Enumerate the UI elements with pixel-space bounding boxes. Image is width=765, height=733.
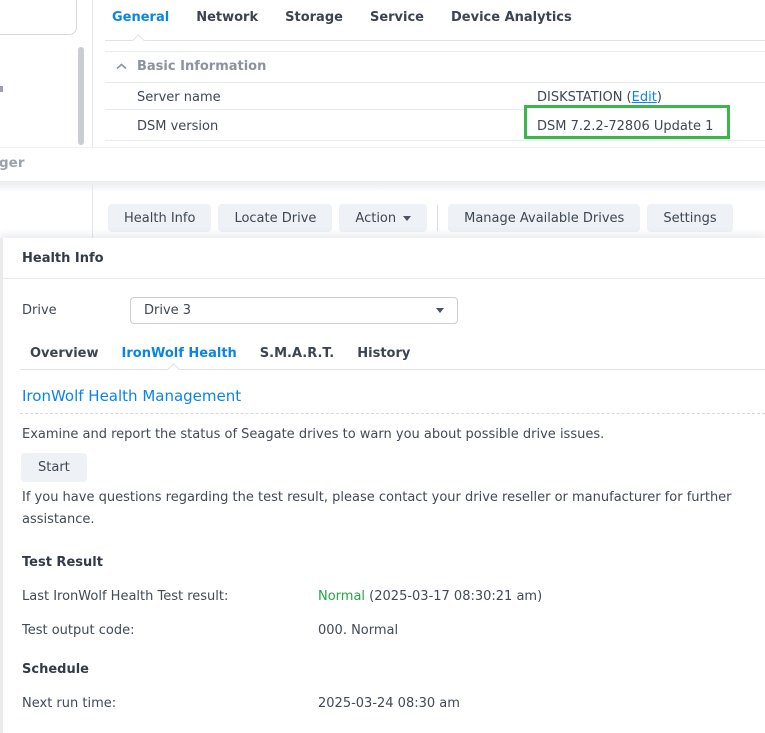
locate-drive-button[interactable]: Locate Drive [218, 204, 332, 232]
row-divider [105, 109, 524, 110]
cropped-ui-fragment [0, 86, 3, 92]
dialog-title: Health Info [22, 251, 104, 266]
next-run-label: Next run time: [22, 696, 116, 711]
window-bottom-edge [0, 147, 765, 148]
window-top-band [0, 181, 765, 191]
drive-field-label: Drive [22, 303, 57, 318]
section-title[interactable]: Basic Information [137, 59, 266, 74]
scrollbar-thumb[interactable] [78, 47, 84, 145]
tab-network[interactable]: Network [196, 10, 258, 25]
dialog-tab-bar: Overview IronWolf Health S.M.A.R.T. Hist… [30, 346, 410, 361]
dashed-divider [20, 413, 765, 414]
dialog-header-divider [3, 278, 765, 279]
section-top-line [105, 51, 765, 52]
last-test-timestamp: (2025-03-17 08:30:21 am) [365, 589, 542, 604]
drive-select[interactable]: Drive 3 [130, 297, 458, 324]
tab-overview[interactable]: Overview [30, 346, 99, 361]
output-code-label: Test output code: [22, 623, 134, 638]
caret-down-icon [403, 216, 411, 221]
drive-select-value: Drive 3 [144, 303, 191, 318]
start-button[interactable]: Start [21, 453, 87, 482]
tab-divider [105, 40, 765, 41]
server-name-label: Server name [137, 90, 221, 105]
search-box-partial[interactable] [0, 0, 77, 35]
tab-storage[interactable]: Storage [285, 10, 343, 25]
tab-service[interactable]: Service [370, 10, 424, 25]
description-text: Examine and report the status of Seagate… [22, 427, 604, 442]
tab-general[interactable]: General [112, 10, 169, 25]
caret-down-icon [436, 308, 444, 313]
chevron-up-icon[interactable] [116, 60, 127, 75]
next-run-value: 2025-03-24 08:30 am [318, 696, 460, 711]
settings-button[interactable]: Settings [647, 204, 732, 232]
server-name-value: DISKSTATION (Edit) [537, 90, 662, 105]
output-code-value: 000. Normal [318, 623, 398, 638]
dialog-left-edge [0, 238, 3, 733]
last-test-value: Normal (2025-03-17 08:30:21 am) [318, 589, 542, 604]
panel-divider [92, 0, 93, 147]
active-tab-notch [132, 34, 145, 47]
schedule-heading: Schedule [22, 662, 89, 677]
health-info-button[interactable]: Health Info [108, 204, 211, 232]
dsm-version-label: DSM version [137, 119, 218, 134]
action-dropdown-button[interactable]: Action [339, 204, 427, 232]
note-text-line2: assistance. [22, 512, 94, 527]
row-divider [105, 82, 765, 83]
window-title-fragment: ger [0, 155, 24, 171]
section-heading: IronWolf Health Management [22, 387, 241, 405]
tab-ironwolf-health[interactable]: IronWolf Health [122, 346, 237, 361]
tab-device-analytics[interactable]: Device Analytics [451, 10, 572, 25]
status-normal: Normal [318, 589, 365, 604]
manage-available-drives-button[interactable]: Manage Available Drives [448, 204, 640, 232]
tab-history[interactable]: History [357, 346, 410, 361]
last-test-label: Last IronWolf Health Test result: [22, 589, 228, 604]
row-divider [105, 140, 765, 141]
dialog-tab-divider [20, 369, 765, 370]
test-result-heading: Test Result [22, 555, 103, 570]
tab-smart[interactable]: S.M.A.R.T. [260, 346, 334, 361]
control-panel-tab-bar: General Network Storage Service Device A… [112, 10, 572, 25]
toolbar-separator [437, 205, 438, 231]
edit-link[interactable]: Edit [632, 90, 657, 105]
sidebar-divider [92, 183, 93, 238]
dsm-version-value: DSM 7.2.2-72806 Update 1 [537, 119, 713, 134]
note-text-line1: If you have questions regarding the test… [22, 490, 732, 505]
storage-toolbar: Health Info Locate Drive Action Manage A… [108, 204, 733, 232]
screen: General Network Storage Service Device A… [0, 0, 765, 733]
